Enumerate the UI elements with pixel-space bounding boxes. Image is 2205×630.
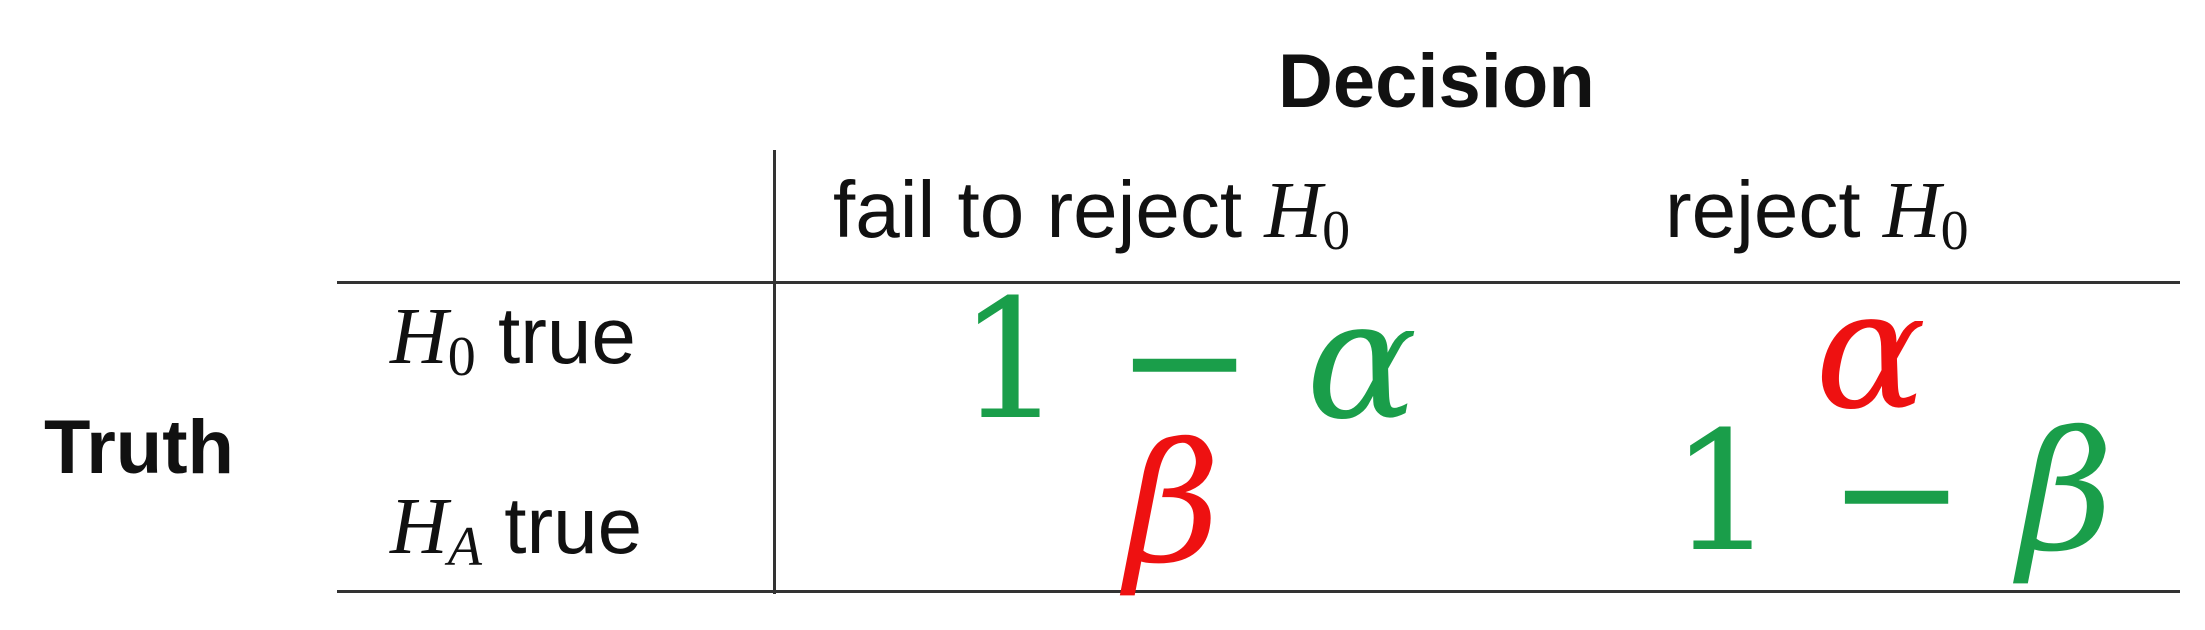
cell-operator: − (1827, 396, 1966, 588)
row-header-h0-true: H0 true (390, 290, 636, 388)
cell-beta: β (2018, 396, 2114, 588)
cell-number: 1 (958, 264, 1063, 456)
row-header-ha-true: HA true (390, 480, 643, 578)
math-subscript: 0 (1322, 200, 1351, 263)
column-header-fail-to-reject: fail to reject H0 (833, 164, 1350, 262)
vertical-rule (773, 150, 776, 594)
math-h: H (390, 483, 448, 571)
cell-alpha: α (1306, 264, 1418, 456)
column-header-text: fail to reject (833, 165, 1243, 254)
math-h: H (1264, 167, 1323, 255)
math-subscript: 0 (447, 326, 476, 389)
math-h: H (1882, 167, 1941, 255)
column-header-text: reject (1665, 165, 1861, 254)
row-header-text: true (504, 481, 643, 570)
bottom-rule (337, 590, 2180, 593)
math-subscript: 0 (1940, 200, 1969, 263)
cell-beta: β (1125, 408, 1221, 600)
math-h: H (390, 293, 448, 381)
cell-number: 1 (1670, 396, 1775, 588)
column-header-reject: reject H0 (1665, 164, 1969, 262)
truth-header: Truth (44, 405, 234, 490)
cell-ha-fail-to-reject: β (1125, 422, 1220, 587)
cell-ha-reject: 1 − β (1670, 410, 2114, 575)
decision-header: Decision (1278, 39, 1595, 124)
math-subscript: A (447, 516, 482, 579)
row-header-text: true (498, 291, 636, 380)
